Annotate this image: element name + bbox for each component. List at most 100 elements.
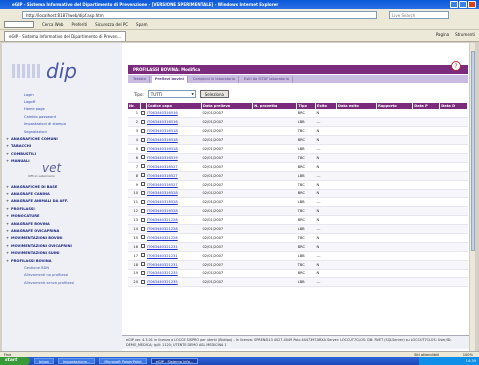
row-checkbox[interactable] xyxy=(141,208,145,213)
tools-menu[interactable]: Strumenti xyxy=(455,32,475,37)
code-link[interactable]: IT063440316518 xyxy=(147,147,178,151)
sidebar-item[interactable]: ANAGRAFICHE DI BASE xyxy=(4,183,120,190)
content-tab[interactable]: Testata xyxy=(130,75,150,83)
code-link[interactable]: IT063440316527 xyxy=(147,165,178,169)
data-p-cell xyxy=(412,269,440,279)
toolbar-item[interactable]: Cerca Web xyxy=(42,22,63,27)
rapporto-cell xyxy=(376,117,413,128)
code-link[interactable]: IT063440321228 xyxy=(147,227,178,231)
sidebar-item[interactable]: Allevamenti no profilassi xyxy=(4,272,120,279)
sidebar-item[interactable]: Gestione BDN xyxy=(4,264,120,271)
sidebar-item[interactable]: MOVIMENTAZIONI OVICAPRINI xyxy=(4,242,120,249)
code-link[interactable]: IT063440316528 xyxy=(147,200,178,204)
code-link[interactable]: IT063440316528 xyxy=(147,209,178,213)
row-checkbox[interactable] xyxy=(141,182,145,187)
data-d-cell xyxy=(439,233,468,243)
sidebar-item[interactable]: Segnalazioni xyxy=(4,128,120,135)
sidebar-item[interactable]: ANAGRAFICHE COMUNI xyxy=(4,135,120,142)
sidebar-item[interactable]: ANAGRAFE BOVINA xyxy=(4,220,120,227)
sidebar-item[interactable]: ANAGRAFE CANINA xyxy=(4,190,120,197)
sidebar-item[interactable]: PROFILASSI BOVINA xyxy=(4,257,120,264)
sidebar-item[interactable]: COMBUSTILI xyxy=(4,150,120,157)
row-checkbox[interactable] xyxy=(141,270,145,275)
sidebar-item[interactable]: Home page xyxy=(4,106,120,113)
row-checkbox[interactable] xyxy=(141,173,145,178)
scrollbar[interactable] xyxy=(469,43,475,351)
minimize-button[interactable] xyxy=(450,1,458,8)
sidebar-item[interactable]: Allevamenti senza profilassi xyxy=(4,279,120,286)
code-cell: IT063440316528 xyxy=(146,197,202,208)
row-checkbox[interactable] xyxy=(141,235,145,240)
rapporto-cell xyxy=(376,233,413,243)
row-checkbox[interactable] xyxy=(141,279,145,284)
sidebar-item[interactable]: Cambio password xyxy=(4,113,120,120)
row-checkbox[interactable] xyxy=(141,164,145,169)
row-checkbox[interactable] xyxy=(141,253,145,258)
url-field[interactable]: http://localhost:8187/web/dipf.asp.htm xyxy=(22,10,377,19)
code-link[interactable]: IT063440316518 xyxy=(147,138,178,142)
page-menu[interactable]: Pagina xyxy=(436,32,449,37)
help-icon[interactable]: ? xyxy=(451,61,461,71)
samples-table: Nr. Codice capo Data prelievo N. provetta Ti… xyxy=(128,103,468,288)
sidebar-item[interactable]: MOVIMENTAZIONI BOVINI xyxy=(4,235,120,242)
zoom-text[interactable]: 100% xyxy=(463,353,473,357)
sidebar-item[interactable]: TABACCHI xyxy=(4,143,120,150)
taskbar-item[interactable]: Inbox xyxy=(34,358,54,364)
maximize-button[interactable] xyxy=(459,1,467,8)
taskbar-item[interactable]: Impostazione... xyxy=(57,358,96,364)
content-tab[interactable]: Esiti da ISTAF laboratorio xyxy=(241,75,293,83)
sidebar-item[interactable]: PROFILASSI xyxy=(4,205,120,212)
code-link[interactable]: IT063440316518 xyxy=(147,129,178,133)
code-link[interactable]: IT063440316527 xyxy=(147,174,178,178)
toolbar-item[interactable]: Preferiti xyxy=(71,22,87,27)
sidebar-item[interactable]: ANAGRAFE OVICAPRINA xyxy=(4,227,120,234)
provetta-cell xyxy=(252,206,297,217)
sidebar-item[interactable]: MOVIMENTAZIONI SUINI xyxy=(4,250,120,257)
code-link[interactable]: IT063440321231 xyxy=(147,254,178,258)
data-p-cell xyxy=(412,206,440,217)
data-esito-cell xyxy=(336,251,377,261)
toolbar-item[interactable]: Spam xyxy=(136,22,147,27)
start-button[interactable]: start xyxy=(0,357,30,365)
toolbar-search-box[interactable] xyxy=(4,21,34,28)
content-tab[interactable]: Prelievi bovini xyxy=(151,75,188,83)
row-checkbox[interactable] xyxy=(141,155,145,160)
select-button[interactable]: Seleziona xyxy=(199,90,229,98)
row-checkbox[interactable] xyxy=(141,226,145,231)
row-checkbox[interactable] xyxy=(141,190,145,195)
row-checkbox[interactable] xyxy=(141,217,145,222)
row-checkbox[interactable] xyxy=(141,128,145,133)
row-checkbox[interactable] xyxy=(141,262,145,267)
type-select[interactable]: TUTTI xyxy=(147,90,196,98)
search-input[interactable]: Live Search xyxy=(389,10,449,19)
sidebar-item[interactable]: ANAGRAFE ANIMALI DA AFF. xyxy=(4,198,120,205)
sidebar-item[interactable]: Logoff xyxy=(4,98,120,105)
code-link[interactable]: IT063440316528 xyxy=(147,191,178,195)
row-checkbox[interactable] xyxy=(141,146,145,151)
code-link[interactable]: IT063440321228 xyxy=(147,236,178,240)
code-link[interactable]: IT063440321235 xyxy=(147,280,178,284)
row-checkbox[interactable] xyxy=(141,119,145,124)
code-link[interactable]: IT063440321235 xyxy=(147,271,178,275)
code-link[interactable]: IT063440316516 xyxy=(147,120,178,124)
content-tab[interactable]: Campioni in laboratorio xyxy=(190,75,240,83)
code-link[interactable]: IT063440321231 xyxy=(147,245,178,249)
scrollbar-thumb[interactable] xyxy=(471,51,475,251)
row-checkbox[interactable] xyxy=(141,110,145,115)
sidebar-item[interactable]: MONOCATURE xyxy=(4,213,120,220)
code-link[interactable]: IT063440321228 xyxy=(147,218,178,222)
code-link[interactable]: IT063440316527 xyxy=(147,183,178,187)
taskbar-item[interactable]: Microsoft PowerPoint xyxy=(99,358,147,364)
row-checkbox[interactable] xyxy=(141,244,145,249)
code-link[interactable]: IT063440321231 xyxy=(147,263,178,267)
row-checkbox[interactable] xyxy=(141,199,145,204)
browser-tab[interactable]: eGIP - Sistema Informativo del Dipartime… xyxy=(4,30,127,41)
sidebar-item[interactable]: Impostazioni di stampa xyxy=(4,121,120,128)
taskbar-item[interactable]: eGIP - Sistema Info... xyxy=(150,358,199,364)
close-button[interactable] xyxy=(468,1,476,8)
sidebar-item[interactable]: Login xyxy=(4,91,120,98)
code-link[interactable]: IT063440316519 xyxy=(147,156,178,160)
toolbar-item[interactable]: Sicurezza del PC xyxy=(95,22,128,27)
row-checkbox[interactable] xyxy=(141,137,145,142)
code-link[interactable]: IT063440316516 xyxy=(147,111,178,115)
